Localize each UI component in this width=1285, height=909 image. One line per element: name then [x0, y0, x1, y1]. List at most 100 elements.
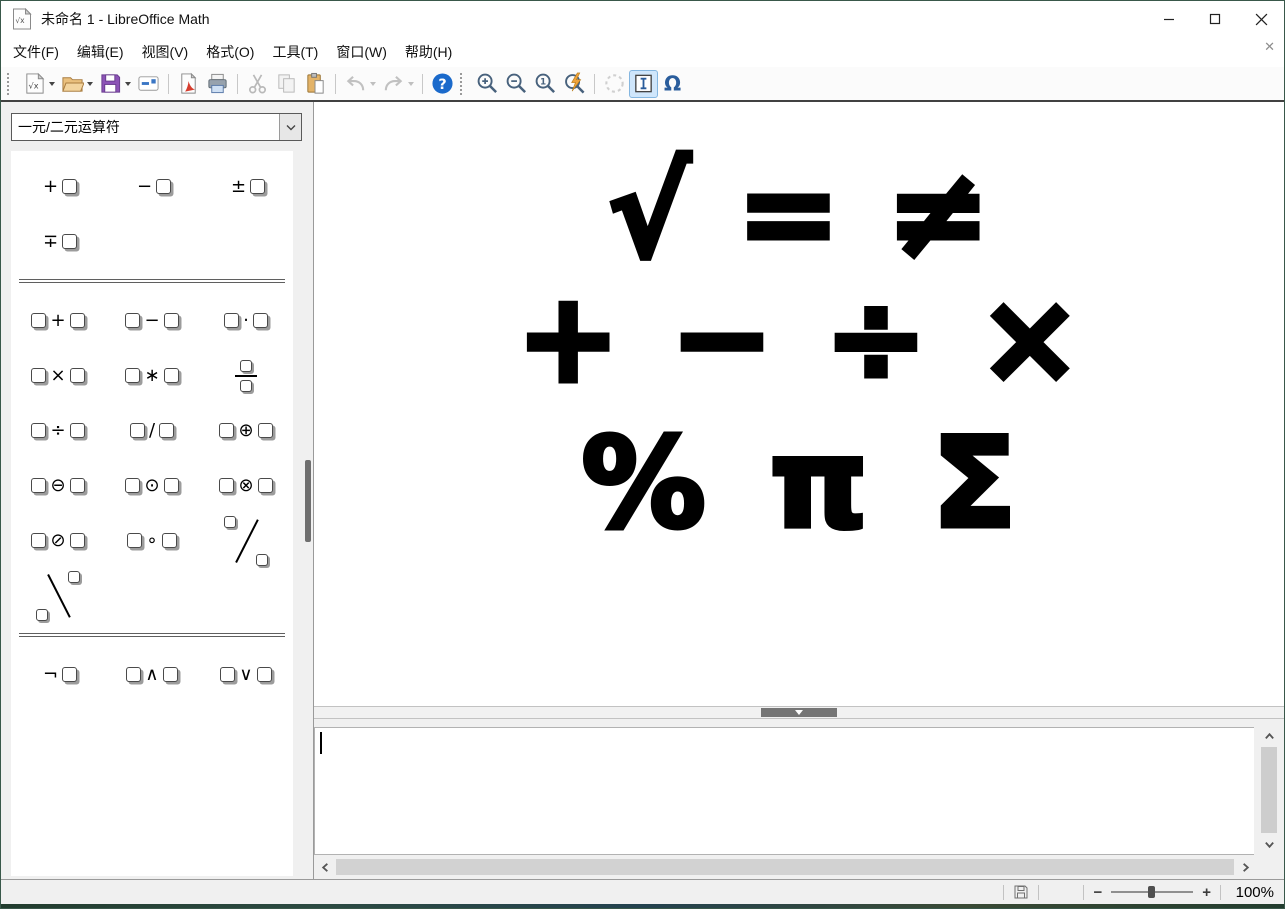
operator-glyph: ±: [231, 178, 246, 196]
toolbar-grip[interactable]: [7, 73, 15, 95]
statusbar-separator: [1220, 885, 1221, 900]
print-button[interactable]: [203, 70, 232, 98]
window-title: 未命名 1 - LibreOffice Math: [41, 9, 210, 29]
element-circled-minus[interactable]: ⊖: [11, 458, 105, 513]
help-button[interactable]: ?: [428, 70, 457, 98]
new-document-button[interactable]: √x: [20, 70, 58, 98]
operator-glyph: +: [43, 178, 58, 196]
toolbar-grip[interactable]: [460, 73, 468, 95]
panel-splitter-handle[interactable]: [305, 460, 311, 542]
element-circled-plus[interactable]: ⊕: [199, 403, 293, 458]
cut-icon: [246, 72, 269, 95]
zoom-out-control[interactable]: −: [1093, 885, 1102, 900]
element-addition[interactable]: +: [11, 293, 105, 348]
zoom-percentage[interactable]: 100%: [1230, 884, 1274, 901]
element-circled-times[interactable]: ⊗: [199, 458, 293, 513]
element-not[interactable]: ¬: [11, 647, 105, 702]
formula-symbol: π: [770, 420, 868, 549]
element-division-slash[interactable]: /: [105, 403, 199, 458]
element-category-select[interactable]: 一元/二元运算符: [11, 113, 302, 141]
section-separator: [19, 633, 285, 637]
element-wideslash[interactable]: [199, 513, 293, 568]
dropdown-arrow-icon[interactable]: [49, 82, 55, 89]
dropdown-arrow-icon[interactable]: [370, 82, 376, 89]
open-button[interactable]: [58, 70, 96, 98]
new-document-icon: √x: [23, 72, 46, 95]
splitter-handle[interactable]: [761, 708, 837, 717]
minimize-button[interactable]: [1146, 1, 1192, 37]
chevron-down-icon[interactable]: [279, 114, 301, 140]
placeholder-box: [68, 571, 80, 583]
zoom-100-button[interactable]: 1: [531, 70, 560, 98]
element-asterisk-multiply[interactable]: ∗: [105, 348, 199, 403]
placeholder-box: [36, 609, 48, 621]
placeholder-box: [224, 516, 236, 528]
element-widebslash[interactable]: [11, 568, 105, 623]
placeholder-box: [156, 179, 171, 194]
placeholder-box: [258, 423, 273, 438]
paste-button[interactable]: [301, 70, 330, 98]
element-composition[interactable]: ∘: [105, 513, 199, 568]
menu-item-5[interactable]: 窗口(W): [327, 38, 396, 66]
export-pdf-button[interactable]: [174, 70, 203, 98]
formula-cursor-icon: [632, 72, 655, 95]
zoom-in-control[interactable]: +: [1202, 885, 1211, 900]
menu-item-6[interactable]: 帮助(H): [396, 38, 461, 66]
zoom-all-button[interactable]: [560, 70, 589, 98]
horizontal-scroll-thumb[interactable]: [336, 859, 1234, 875]
dropdown-arrow-icon[interactable]: [125, 82, 131, 89]
scroll-left-icon[interactable]: [316, 858, 334, 876]
element-plus[interactable]: +: [11, 159, 105, 214]
element-circled-dot[interactable]: ⊙: [105, 458, 199, 513]
element-circled-slash[interactable]: ⊘: [11, 513, 105, 568]
placeholder-box: [258, 478, 273, 493]
formula-command-input[interactable]: [314, 727, 1254, 855]
statusbar-separator: [1003, 885, 1004, 900]
placeholder-box: [70, 313, 85, 328]
menu-item-2[interactable]: 视图(V): [133, 38, 198, 66]
close-document-icon[interactable]: ✕: [1264, 40, 1275, 53]
dropdown-arrow-icon[interactable]: [408, 82, 414, 89]
element-multiplication[interactable]: ×: [11, 348, 105, 403]
save-button[interactable]: [96, 70, 134, 98]
zoom-out-button[interactable]: [502, 70, 531, 98]
menu-item-3[interactable]: 格式(O): [197, 38, 263, 66]
element-plus-minus[interactable]: ±: [199, 159, 293, 214]
dropdown-arrow-icon[interactable]: [87, 82, 93, 89]
element-or[interactable]: ∨: [199, 647, 293, 702]
statusbar-separator: [1038, 885, 1039, 900]
symbols-catalog-icon: Ω: [661, 72, 684, 95]
zoom-out-icon: [505, 72, 528, 95]
horizontal-scrollbar[interactable]: [316, 857, 1254, 877]
vertical-scroll-thumb[interactable]: [1261, 747, 1277, 833]
view-splitter[interactable]: [314, 706, 1284, 719]
menu-item-0[interactable]: 文件(F): [4, 38, 68, 66]
element-division[interactable]: ÷: [11, 403, 105, 458]
zoom-slider[interactable]: [1111, 891, 1193, 893]
menu-item-4[interactable]: 工具(T): [263, 38, 327, 66]
element-division-fraction[interactable]: [199, 348, 293, 403]
formula-view[interactable]: √=≠+−÷×%πΣ: [314, 102, 1284, 706]
zoom-in-button[interactable]: [473, 70, 502, 98]
email-button[interactable]: [134, 70, 163, 98]
scroll-up-icon[interactable]: [1260, 727, 1278, 745]
element-and[interactable]: ∧: [105, 647, 199, 702]
operator-glyph: −: [144, 312, 159, 330]
scroll-down-icon[interactable]: [1260, 835, 1278, 853]
placeholder-box: [70, 423, 85, 438]
formula-symbol: ×: [978, 275, 1082, 404]
scroll-right-icon[interactable]: [1236, 858, 1254, 876]
vertical-scrollbar[interactable]: [1259, 727, 1279, 853]
symbols-catalog-button[interactable]: Ω: [658, 70, 687, 98]
element-minus-plus[interactable]: ∓: [11, 214, 105, 269]
formula-row: %πΣ: [581, 420, 1016, 549]
document-modified-icon[interactable]: [1013, 884, 1029, 900]
menu-item-1[interactable]: 编辑(E): [68, 38, 133, 66]
maximize-button[interactable]: [1192, 1, 1238, 37]
element-subtraction[interactable]: −: [105, 293, 199, 348]
element-minus[interactable]: −: [105, 159, 199, 214]
zoom-slider-thumb[interactable]: [1148, 886, 1155, 898]
element-dot-product[interactable]: ⋅: [199, 293, 293, 348]
close-button[interactable]: [1238, 1, 1284, 37]
formula-cursor-button[interactable]: [629, 70, 658, 98]
